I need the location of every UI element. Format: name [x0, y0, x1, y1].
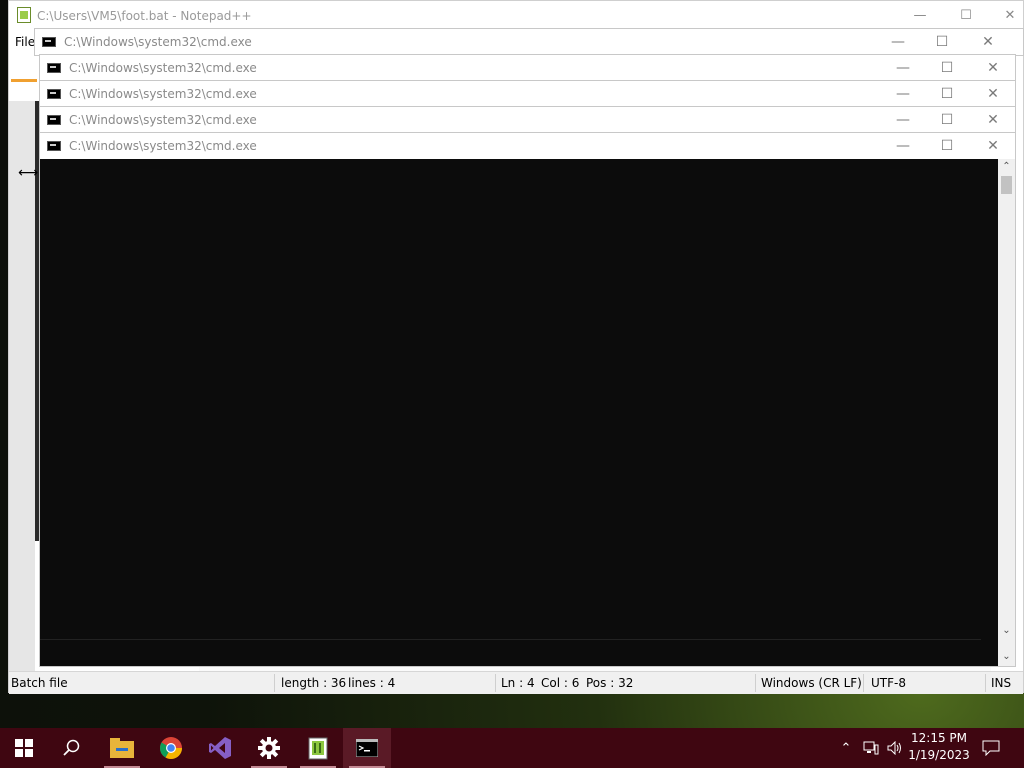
cmd-window-4[interactable]: C:\Windows\system32\cmd.exe — ☐ ✕: [39, 106, 1016, 134]
volume-icon: [887, 741, 901, 755]
cmd-maximize-button[interactable]: ☐: [924, 107, 970, 133]
cmd-titlebar[interactable]: C:\Windows\system32\cmd.exe — ☐ ✕: [40, 81, 1015, 107]
cmd-icon: [47, 141, 61, 151]
cmd-window-2[interactable]: C:\Windows\system32\cmd.exe — ☐ ✕: [39, 54, 1016, 82]
start-button[interactable]: [0, 728, 48, 768]
taskbar-visual-studio[interactable]: [196, 728, 244, 768]
network-icon: [863, 741, 879, 755]
file-explorer-icon: [110, 738, 134, 758]
status-col: Col : 6: [541, 676, 580, 690]
cmd-maximize-button[interactable]: ☐: [924, 81, 970, 107]
cmd-titlebar[interactable]: C:\Windows\system32\cmd.exe — ☐ ✕: [40, 107, 1015, 133]
cmd-minimize-button[interactable]: —: [880, 107, 926, 133]
taskbar-cmd[interactable]: [343, 728, 391, 768]
cmd-title: C:\Windows\system32\cmd.exe: [69, 113, 257, 127]
cmd-maximize-button[interactable]: ☐: [924, 55, 970, 81]
file-tab[interactable]: [11, 79, 39, 99]
cmd-minimize-button[interactable]: —: [875, 29, 921, 55]
cmd-minimize-button[interactable]: —: [880, 55, 926, 81]
cmd-close-button[interactable]: ✕: [970, 55, 1016, 81]
show-hidden-icons-button[interactable]: ⌃: [836, 728, 856, 768]
scroll-thumb[interactable]: [1001, 176, 1012, 194]
notepadpp-icon: [308, 737, 328, 760]
console-output-area[interactable]: [40, 159, 998, 666]
taskbar: ⌃ 12:15 PM 1/19/2023: [0, 728, 1024, 768]
scroll-down-arrow-icon[interactable]: ⌄: [998, 623, 1015, 639]
cmd-icon: [47, 115, 61, 125]
console-divider: [40, 639, 981, 640]
notepadpp-close-button[interactable]: ✕: [987, 1, 1024, 31]
cmd-title: C:\Windows\system32\cmd.exe: [69, 139, 257, 153]
taskbar-settings[interactable]: [245, 728, 293, 768]
active-tab-indicator: [11, 79, 37, 82]
search-icon: [63, 739, 80, 756]
settings-icon: [258, 737, 280, 759]
network-tray-button[interactable]: [860, 728, 882, 768]
resize-cursor-icon: ⟷: [18, 165, 39, 181]
status-separator: [863, 674, 864, 692]
cmd-close-button[interactable]: ✕: [970, 81, 1016, 107]
cmd-titlebar[interactable]: C:\Windows\system32\cmd.exe — ☐ ✕: [40, 133, 1015, 159]
status-lines: lines : 4: [348, 676, 396, 690]
clock-time: 12:15 PM: [911, 731, 967, 745]
taskbar-chrome[interactable]: [147, 728, 195, 768]
status-separator: [755, 674, 756, 692]
action-center-button[interactable]: [978, 728, 1004, 768]
cmd-window-3[interactable]: C:\Windows\system32\cmd.exe — ☐ ✕: [39, 80, 1016, 108]
menu-file[interactable]: File: [15, 35, 35, 49]
windows-logo-icon: [15, 739, 33, 757]
cmd-minimize-button[interactable]: —: [880, 81, 926, 107]
cmd-titlebar[interactable]: C:\Windows\system32\cmd.exe — ☐ ✕: [40, 55, 1015, 81]
visual-studio-icon: [209, 737, 231, 759]
scroll-down-arrow-icon[interactable]: ⌄: [998, 649, 1015, 665]
notification-icon: [982, 740, 1000, 756]
cmd-minimize-button[interactable]: —: [880, 133, 926, 159]
console-scrollbar[interactable]: ⌃ ⌄ ⌄: [998, 159, 1015, 666]
cmd-icon: [47, 89, 61, 99]
cmd-title: C:\Windows\system32\cmd.exe: [64, 35, 252, 49]
line-number-margin: [9, 101, 35, 671]
chrome-icon: [160, 737, 182, 759]
notepadpp-app-icon: [17, 7, 31, 23]
status-separator: [985, 674, 986, 692]
status-pos: Pos : 32: [586, 676, 634, 690]
taskbar-clock[interactable]: 12:15 PM 1/19/2023: [905, 730, 973, 766]
status-ln: Ln : 4: [501, 676, 535, 690]
notepadpp-statusbar: Batch file length : 36 lines : 4 Ln : 4 …: [9, 671, 1023, 694]
cmd-title: C:\Windows\system32\cmd.exe: [69, 61, 257, 75]
cmd-close-button[interactable]: ✕: [970, 107, 1016, 133]
volume-tray-button[interactable]: [884, 728, 906, 768]
search-button[interactable]: [48, 728, 96, 768]
cmd-close-button[interactable]: ✕: [965, 29, 1011, 55]
cmd-titlebar[interactable]: C:\Windows\system32\cmd.exe — ☐ ✕: [35, 29, 1023, 55]
cmd-title: C:\Windows\system32\cmd.exe: [69, 87, 257, 101]
cmd-maximize-button[interactable]: ☐: [924, 133, 970, 159]
status-insert-mode: INS: [991, 676, 1012, 690]
notepadpp-maximize-button[interactable]: ☐: [943, 1, 989, 31]
command-prompt-icon: [356, 739, 378, 757]
status-eol: Windows (CR LF): [761, 676, 862, 690]
clock-date: 1/19/2023: [908, 748, 970, 762]
status-length: length : 36: [281, 676, 347, 690]
notepadpp-title: C:\Users\VM5\foot.bat - Notepad++: [37, 9, 252, 23]
notepadpp-titlebar[interactable]: C:\Users\VM5\foot.bat - Notepad++ — ☐ ✕: [9, 1, 1023, 31]
notepadpp-minimize-button[interactable]: —: [897, 1, 943, 31]
cmd-maximize-button[interactable]: ☐: [919, 29, 965, 55]
status-filetype: Batch file: [11, 676, 68, 690]
scroll-up-arrow-icon[interactable]: ⌃: [998, 159, 1015, 175]
cmd-window-5[interactable]: C:\Windows\system32\cmd.exe — ☐ ✕ ⌃ ⌄ ⌄: [39, 132, 1016, 667]
chevron-up-icon: ⌃: [840, 740, 852, 756]
status-encoding: UTF-8: [871, 676, 906, 690]
cmd-icon: [47, 63, 61, 73]
cmd-icon: [42, 37, 56, 47]
taskbar-file-explorer[interactable]: [98, 728, 146, 768]
cmd-close-button[interactable]: ✕: [970, 133, 1016, 159]
cmd-window-1[interactable]: C:\Windows\system32\cmd.exe — ☐ ✕: [34, 28, 1024, 56]
status-separator: [274, 674, 275, 692]
taskbar-notepadpp[interactable]: [294, 728, 342, 768]
status-separator: [495, 674, 496, 692]
